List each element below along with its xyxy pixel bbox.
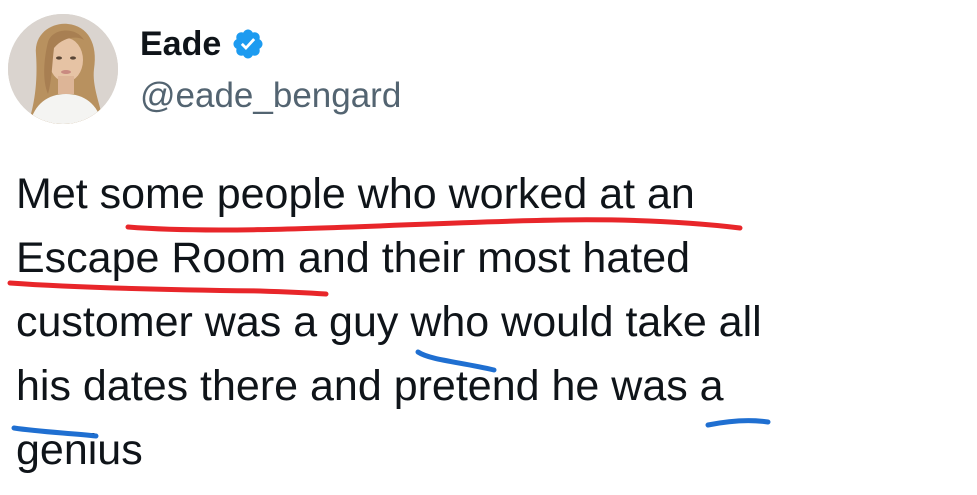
avatar-photo bbox=[8, 14, 118, 124]
author-row: Eade bbox=[140, 20, 265, 68]
user-handle[interactable]: @eade_bengard bbox=[140, 74, 401, 118]
tweet-card: Eade @eade_bengard Met some people who w… bbox=[0, 0, 977, 495]
avatar[interactable] bbox=[8, 14, 118, 124]
verified-badge-icon bbox=[231, 27, 265, 61]
display-name[interactable]: Eade bbox=[140, 22, 221, 66]
tweet-text: Met some people who worked at an Escape … bbox=[16, 170, 762, 474]
